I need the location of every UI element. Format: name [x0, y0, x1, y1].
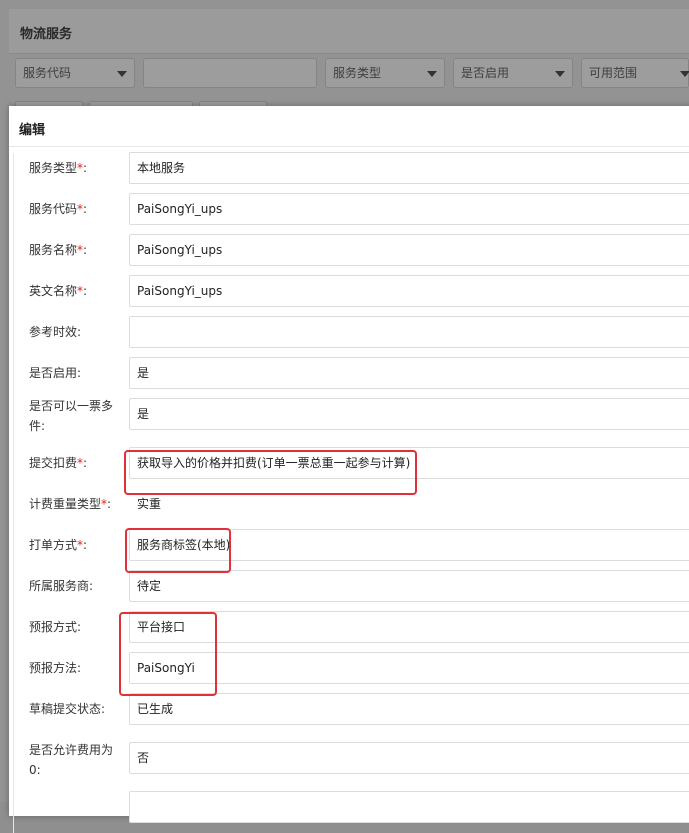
highlight-box-label-method [125, 528, 231, 573]
chevron-down-icon [117, 71, 127, 77]
chevron-down-icon [555, 71, 565, 77]
page-title: 物流服务 [20, 27, 73, 42]
chevron-down-icon [427, 71, 437, 77]
field-label: 是否可以一票多 件: [29, 399, 114, 433]
field-label: 预报方式: [29, 620, 82, 634]
field-label: 计费重量类型*: [29, 497, 112, 511]
highlight-box-charge [124, 450, 417, 495]
field-label: 英文名称*: [29, 284, 88, 298]
filter-label: 是否启用 [461, 66, 510, 80]
scope-filter[interactable]: 可用范围 [581, 58, 689, 88]
highlight-box-forecast [119, 612, 217, 696]
field-label: 草稿提交状态: [29, 702, 106, 716]
field-label: 预报方法: [29, 661, 82, 675]
draft-status-field[interactable]: 已生成 [129, 693, 689, 725]
allow-zero-fee-field[interactable]: 否 [129, 742, 689, 774]
filter-label: 服务代码 [23, 66, 72, 80]
service-type-field[interactable]: 本地服务 [129, 152, 689, 184]
filter-label: 可用范围 [589, 66, 638, 80]
field-label: 是否启用: [29, 366, 82, 380]
field-label: 参考时效: [29, 325, 82, 339]
enabled-filter[interactable]: 是否启用 [453, 58, 573, 88]
field-label: 所属服务商: [29, 579, 94, 593]
provider-field[interactable]: 待定 [129, 570, 689, 602]
reference-time-field[interactable] [129, 316, 689, 348]
field-label: 服务代码*: [29, 202, 88, 216]
field-label: 服务类型*: [29, 161, 88, 175]
multi-piece-field[interactable]: 是 [129, 398, 689, 430]
filter-label: 服务类型 [333, 66, 382, 80]
field-label: 服务名称*: [29, 243, 88, 257]
field-label: 提交扣费*: [29, 456, 88, 470]
enabled-field[interactable]: 是 [129, 357, 689, 389]
divider [13, 153, 14, 833]
dialog-header: 编辑 [9, 106, 689, 147]
field-label: 打单方式*: [29, 538, 88, 552]
chevron-down-icon [680, 71, 689, 77]
dialog-title: 编辑 [19, 123, 46, 138]
service-type-filter[interactable]: 服务类型 [325, 58, 445, 88]
service-code-field[interactable]: PaiSongYi_ups [129, 193, 689, 225]
next-field[interactable] [129, 791, 689, 823]
keyword-filter-input[interactable] [143, 58, 317, 88]
english-name-field[interactable]: PaiSongYi_ups [129, 275, 689, 307]
field-label: 是否允许费用为 0: [29, 743, 114, 777]
page-header: 物流服务 [9, 9, 689, 54]
service-name-field[interactable]: PaiSongYi_ups [129, 234, 689, 266]
service-code-filter[interactable]: 服务代码 [15, 58, 135, 88]
